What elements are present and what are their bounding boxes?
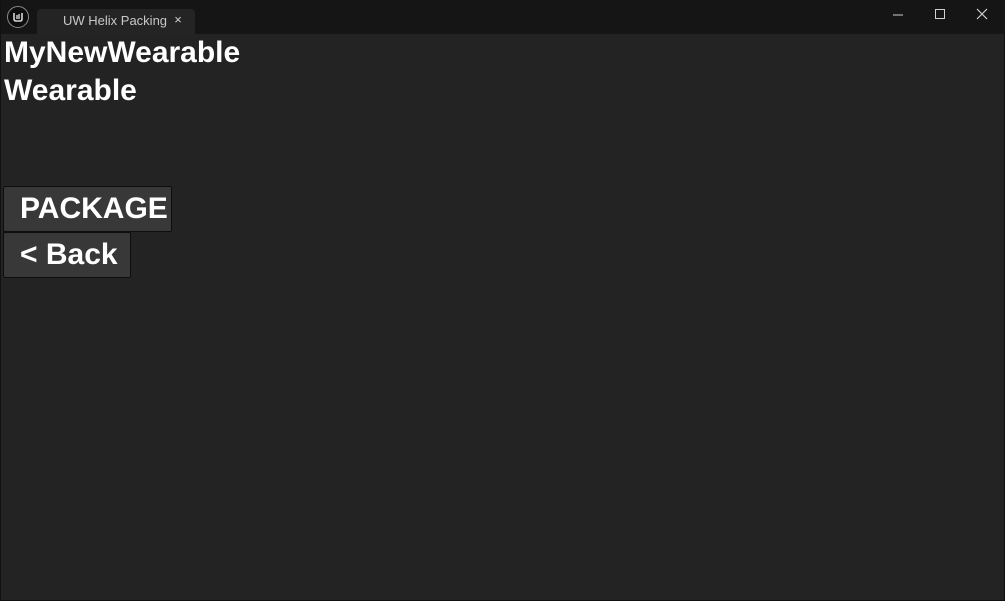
app-window: UW Helix Packing × MyNewWearable Wearabl… [0, 0, 1005, 601]
unreal-logo-icon [7, 6, 29, 28]
title-bar[interactable]: UW Helix Packing × [1, 0, 1005, 34]
maximize-icon[interactable] [920, 0, 960, 28]
item-type-heading: Wearable [4, 74, 137, 107]
package-button[interactable]: PACKAGE [3, 186, 172, 232]
item-name-heading: MyNewWearable [4, 36, 241, 69]
back-button[interactable]: < Back [3, 232, 131, 278]
tab-uw-helix-packing[interactable]: UW Helix Packing × [37, 9, 195, 34]
minimize-icon[interactable] [878, 0, 918, 28]
tab-label: UW Helix Packing [63, 13, 168, 28]
tab-close-icon[interactable]: × [171, 12, 185, 28]
close-icon[interactable] [962, 0, 1002, 28]
